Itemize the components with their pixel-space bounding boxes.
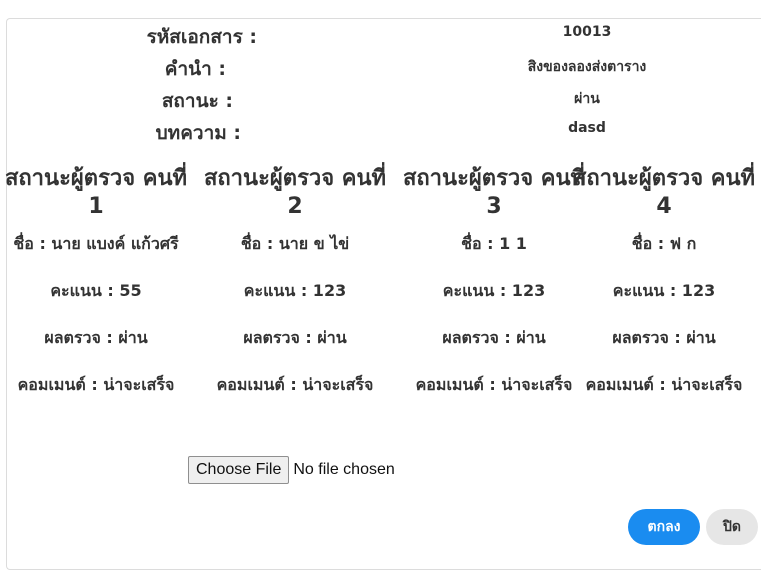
intro-value: สิงของลองส่งตาราง — [527, 59, 647, 75]
reviewer-comment: คอมเมนต์ : น่าจะเสร็จ — [415, 375, 573, 394]
reviewer-result: ผลตรวจ : ผ่าน — [243, 328, 347, 347]
file-status-text: No file chosen — [293, 461, 395, 478]
doc-id-value: 10013 — [562, 24, 612, 40]
intro-label: คำนำ : — [164, 58, 226, 80]
reviewer-comment: คอมเมนต์ : น่าจะเสร็จ — [216, 375, 374, 394]
review-modal: รหัสเอกสาร : 10013 คำนำ : สิงของลองส่งตา… — [5, 18, 761, 570]
article-label: บทความ : — [155, 122, 241, 144]
reviewer-title: สถานะผู้ตรวจ คนที่ 4 — [572, 166, 756, 219]
reviewer-score: คะแนน : 123 — [442, 281, 546, 300]
reviewer-result: ผลตรวจ : ผ่าน — [442, 328, 546, 347]
reviewer-name: ชื่อ : นาย ข ไข่ — [240, 234, 350, 253]
choose-file-button[interactable]: Choose File — [188, 456, 290, 484]
reviewer-comment: คอมเมนต์ : น่าจะเสร็จ — [17, 375, 175, 394]
reviewer-name: ชื่อ : 1 1 — [461, 234, 527, 253]
close-button[interactable]: ปิด — [706, 509, 758, 545]
reviewer-comment: คอมเมนต์ : น่าจะเสร็จ — [585, 375, 743, 394]
reviewer-title: สถานะผู้ตรวจ คนที่ 1 — [4, 166, 188, 219]
reviewer-card-3: สถานะผู้ตรวจ คนที่ 3 ชื่อ : 1 1 คะแนน : … — [399, 165, 589, 419]
reviewer-name: ชื่อ : นาย แบงค์ แก้วศรี — [13, 234, 179, 253]
doc-id-label: รหัสเอกสาร : — [146, 26, 257, 48]
reviewer-card-1: สถานะผู้ตรวจ คนที่ 1 ชื่อ : นาย แบงค์ แก… — [1, 165, 191, 419]
reviewer-result: ผลตรวจ : ผ่าน — [44, 328, 148, 347]
file-upload: Choose File No file chosen — [188, 455, 395, 485]
reviewer-title: สถานะผู้ตรวจ คนที่ 2 — [203, 166, 387, 219]
reviewer-score: คะแนน : 123 — [612, 281, 716, 300]
ok-button[interactable]: ตกลง — [628, 509, 700, 545]
reviewer-card-2: สถานะผู้ตรวจ คนที่ 2 ชื่อ : นาย ข ไข่ คะ… — [200, 165, 390, 419]
reviewer-title: สถานะผู้ตรวจ คนที่ 3 — [402, 166, 586, 219]
status-label: สถานะ : — [161, 90, 233, 112]
reviewer-score: คะแนน : 55 — [50, 281, 142, 300]
reviewer-score: คะแนน : 123 — [243, 281, 347, 300]
reviewer-result: ผลตรวจ : ผ่าน — [612, 328, 716, 347]
article-value: dasd — [568, 120, 606, 136]
status-value: ผ่าน — [574, 91, 600, 107]
reviewer-name: ชื่อ : ฟ ก — [631, 234, 697, 253]
reviewer-card-4: สถานะผู้ตรวจ คนที่ 4 ชื่อ : ฟ ก คะแนน : … — [567, 165, 761, 419]
